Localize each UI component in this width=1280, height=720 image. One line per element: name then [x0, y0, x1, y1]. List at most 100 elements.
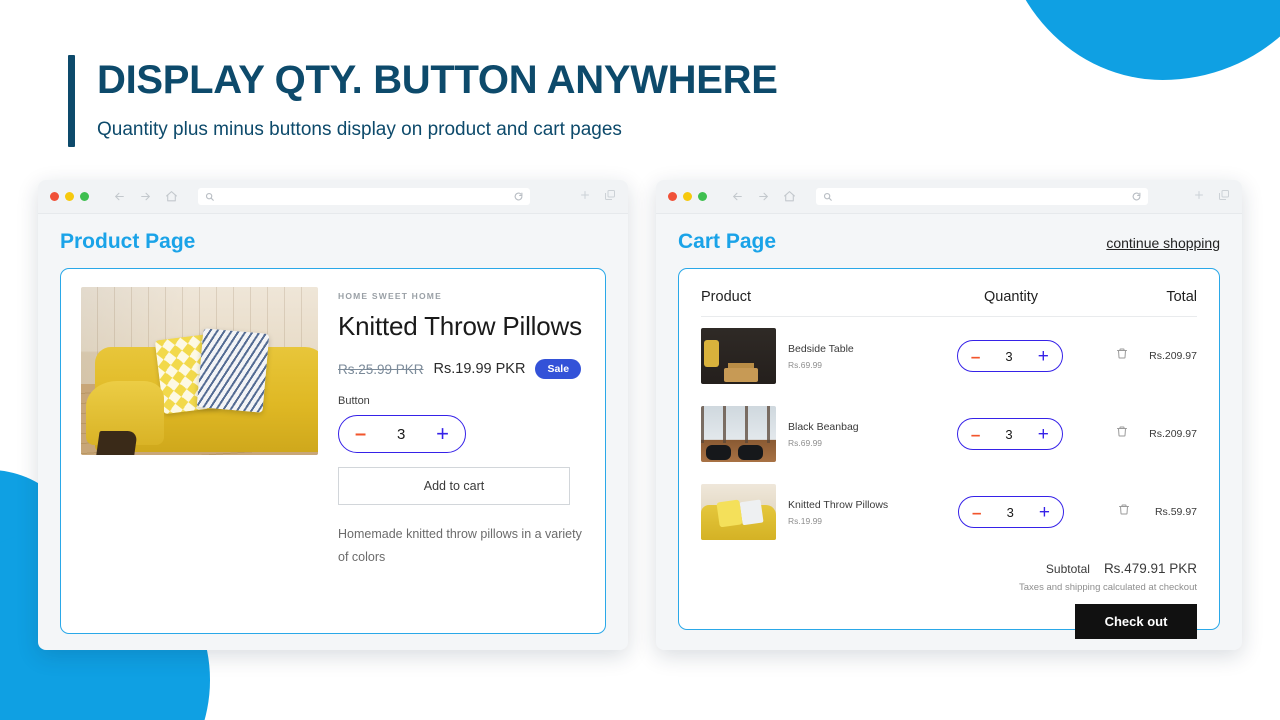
quantity-field-label: Button	[338, 395, 370, 408]
window-traffic-lights-cart	[668, 192, 707, 201]
quantity-stepper[interactable]: – 3 +	[956, 340, 1063, 372]
quantity-increment-button[interactable]: +	[436, 423, 449, 445]
back-arrow-icon[interactable]	[731, 190, 744, 203]
page-title: DISPLAY QTY. BUTTON ANYWHERE	[97, 58, 778, 102]
cart-item-info: Knitted Throw Pillows Rs.19.99	[776, 499, 925, 526]
cart-item-info: Bedside Table Rs.69.99	[776, 343, 924, 370]
quantity-value[interactable]: 3	[1005, 349, 1012, 364]
product-image	[81, 287, 318, 455]
plus-icon[interactable]	[1193, 188, 1205, 206]
cart-item-total: Rs.209.97	[1149, 350, 1197, 362]
window-traffic-lights	[50, 192, 89, 201]
copy-tabs-icon[interactable]	[1218, 188, 1230, 206]
quantity-decrement-button[interactable]: –	[972, 504, 981, 521]
minimize-window-button[interactable]	[65, 192, 74, 201]
browser-window-product: Product Page HOME SWEET HOME Knitted Thr…	[38, 180, 628, 650]
quantity-value[interactable]: 3	[397, 426, 405, 443]
navigation-icons	[113, 190, 178, 203]
browser-chrome	[38, 180, 628, 214]
plus-icon[interactable]	[579, 188, 591, 206]
decorative-blue-curve-top-right	[1000, 0, 1280, 80]
quantity-stepper[interactable]: – 3 +	[338, 415, 466, 454]
product-info: HOME SWEET HOME Knitted Throw Pillows Rs…	[338, 287, 585, 615]
quantity-stepper[interactable]: – 3 +	[958, 496, 1064, 528]
sale-badge: Sale	[535, 359, 582, 380]
page-subtitle: Quantity plus minus buttons display on p…	[97, 119, 622, 140]
black-beanbag-thumbnail[interactable]	[701, 406, 776, 462]
quantity-decrement-button[interactable]: –	[971, 426, 980, 443]
maximize-window-button[interactable]	[80, 192, 89, 201]
column-header-quantity: Quantity	[984, 289, 1038, 305]
cart-item-info: Black Beanbag Rs.69.99	[776, 421, 924, 448]
product-description: Homemade knitted throw pillows in a vari…	[338, 527, 582, 565]
cart-item-price: Rs.69.99	[788, 437, 823, 448]
forward-arrow-icon[interactable]	[139, 190, 152, 203]
search-icon	[823, 188, 832, 206]
quantity-stepper[interactable]: – 3 +	[956, 418, 1063, 450]
product-viewport: Product Page HOME SWEET HOME Knitted Thr…	[38, 214, 628, 650]
quantity-increment-button[interactable]: +	[1038, 347, 1049, 366]
quantity-increment-button[interactable]: +	[1038, 425, 1049, 444]
chrome-right-icons-cart	[1193, 188, 1230, 206]
reload-icon[interactable]	[1132, 188, 1141, 206]
quantity-increment-button[interactable]: +	[1039, 503, 1050, 522]
address-bar-cart[interactable]	[816, 188, 1148, 205]
close-window-button[interactable]	[50, 192, 59, 201]
continue-shopping-link[interactable]: continue shopping	[1106, 235, 1220, 253]
cart-item-name[interactable]: Black Beanbag	[788, 421, 924, 433]
browser-window-cart: Cart Page continue shopping Product Quan…	[656, 180, 1242, 650]
product-page-title: Product Page	[60, 230, 196, 253]
cart-item-name[interactable]: Bedside Table	[788, 343, 924, 355]
home-icon[interactable]	[165, 190, 178, 203]
cart-table-header: Product Quantity Total	[701, 283, 1197, 317]
quantity-decrement-button[interactable]: –	[355, 424, 366, 444]
product-card: HOME SWEET HOME Knitted Throw Pillows Rs…	[60, 268, 606, 634]
current-price: Rs.19.99 PKR	[433, 361, 526, 378]
minimize-window-button[interactable]	[683, 192, 692, 201]
browser-chrome-cart	[656, 180, 1242, 214]
product-vendor: HOME SWEET HOME	[338, 291, 442, 301]
product-name: Knitted Throw Pillows	[338, 311, 582, 341]
copy-tabs-icon[interactable]	[604, 188, 616, 206]
tax-shipping-note: Taxes and shipping calculated at checkou…	[1019, 582, 1197, 593]
header: DISPLAY QTY. BUTTON ANYWHERE Quantity pl…	[68, 55, 778, 147]
compare-at-price: Rs.25.99 PKR	[338, 361, 424, 377]
subtotal-row: Subtotal Rs.479.91 PKR	[701, 561, 1197, 576]
cart-item-name[interactable]: Knitted Throw Pillows	[788, 499, 925, 511]
close-window-button[interactable]	[668, 192, 677, 201]
navigation-icons-cart	[731, 190, 796, 203]
maximize-window-button[interactable]	[698, 192, 707, 201]
checkout-button[interactable]: Check out	[1075, 604, 1197, 639]
quantity-value[interactable]: 3	[1007, 505, 1014, 520]
add-to-cart-button[interactable]: Add to cart	[338, 467, 570, 506]
bedside-table-thumbnail[interactable]	[701, 328, 776, 384]
price-row: Rs.25.99 PKR Rs.19.99 PKR Sale	[338, 359, 585, 380]
cart-item-price: Rs.69.99	[788, 359, 823, 370]
trash-icon[interactable]	[1116, 347, 1128, 365]
cart-summary: Subtotal Rs.479.91 PKR Taxes and shippin…	[701, 561, 1197, 639]
address-bar[interactable]	[198, 188, 530, 205]
knitted-throw-pillows-thumbnail[interactable]	[701, 484, 776, 540]
reload-icon[interactable]	[514, 188, 523, 206]
table-row: Bedside Table Rs.69.99 – 3 + Rs.209.97	[701, 317, 1197, 395]
subtotal-value: Rs.479.91 PKR	[1103, 561, 1197, 576]
subtotal-label: Subtotal	[1045, 562, 1090, 576]
chrome-right-icons	[579, 188, 616, 206]
home-icon[interactable]	[783, 190, 796, 203]
quantity-value[interactable]: 3	[1005, 427, 1012, 442]
cart-card: Product Quantity Total Bedside Table Rs.…	[678, 268, 1220, 639]
cart-viewport: Cart Page continue shopping Product Quan…	[656, 214, 1242, 650]
search-icon	[205, 188, 214, 206]
header-accent-bar	[68, 55, 75, 147]
header-text: DISPLAY QTY. BUTTON ANYWHERE Quantity pl…	[97, 55, 778, 147]
back-arrow-icon[interactable]	[113, 190, 126, 203]
trash-icon[interactable]	[1118, 503, 1130, 521]
cart-item-price: Rs.19.99	[788, 515, 823, 526]
column-header-total: Total	[1166, 289, 1197, 305]
trash-icon[interactable]	[1116, 425, 1128, 443]
table-row: Black Beanbag Rs.69.99 – 3 + Rs.209.97	[701, 395, 1197, 473]
column-header-product: Product	[701, 289, 751, 305]
forward-arrow-icon[interactable]	[757, 190, 770, 203]
quantity-decrement-button[interactable]: –	[971, 348, 980, 365]
page-root: DISPLAY QTY. BUTTON ANYWHERE Quantity pl…	[0, 0, 1280, 720]
